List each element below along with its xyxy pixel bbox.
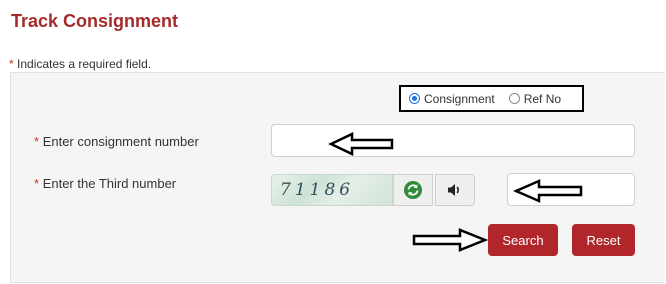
captcha-text: 71186	[280, 180, 355, 200]
refresh-icon	[404, 181, 422, 199]
radio-consignment[interactable]: Consignment	[409, 92, 495, 106]
reset-button[interactable]: Reset	[572, 224, 635, 256]
page-title: Track Consignment	[11, 11, 179, 31]
captcha-refresh-button[interactable]	[393, 174, 433, 206]
consignment-number-input[interactable]	[271, 124, 635, 157]
radio-ref-no-indicator[interactable]	[508, 93, 520, 104]
required-note-text: Indicates a required field.	[17, 57, 152, 71]
captcha-audio-button[interactable]	[435, 174, 475, 206]
captcha-image: 71186	[271, 174, 393, 206]
required-star: *	[34, 134, 40, 149]
third-number-label: * Enter the Third number	[34, 176, 176, 191]
annotation-arrow-left-icon	[328, 132, 394, 156]
radio-consignment-indicator[interactable]	[409, 93, 420, 104]
annotation-arrow-left-icon	[513, 179, 583, 203]
search-type-selector: Consignment Ref No	[399, 85, 584, 112]
consignment-label-text: Enter consignment number	[42, 134, 199, 149]
third-number-label-text: Enter the Third number	[42, 176, 177, 191]
required-field-note: * Indicates a required field.	[9, 57, 151, 71]
radio-consignment-label: Consignment	[424, 91, 495, 106]
consignment-label: * Enter consignment number	[34, 134, 199, 149]
speaker-icon	[448, 184, 459, 196]
radio-ref-no-label: Ref No	[523, 91, 562, 106]
required-star: *	[9, 57, 14, 71]
required-star: *	[34, 176, 40, 191]
search-button[interactable]: Search	[488, 224, 558, 256]
radio-ref-no[interactable]: Ref No	[508, 91, 562, 106]
annotation-arrow-right-icon	[412, 228, 488, 252]
